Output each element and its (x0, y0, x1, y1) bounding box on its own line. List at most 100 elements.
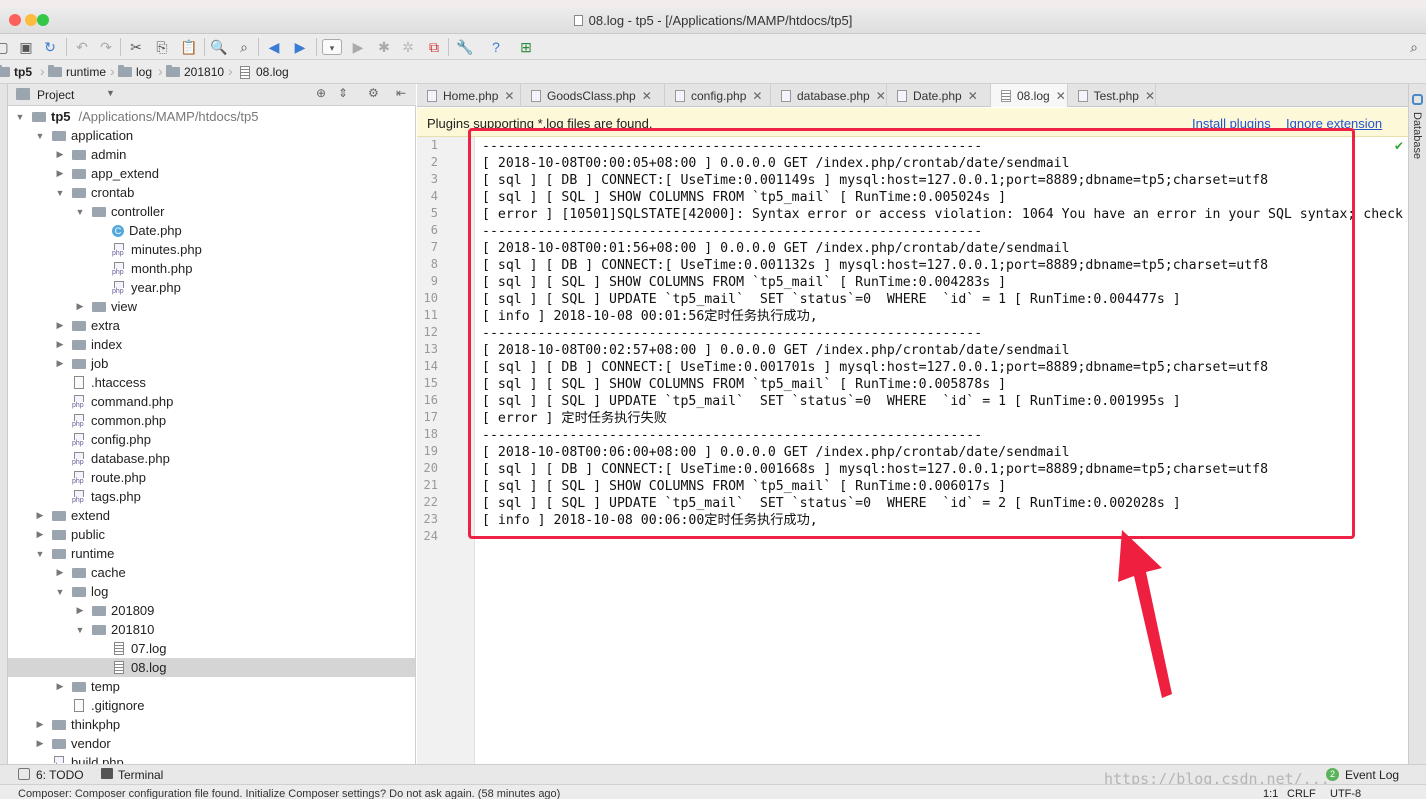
expanded-arrow-icon[interactable]: ▼ (54, 587, 66, 597)
find-icon[interactable]: 🔍 (210, 39, 227, 55)
help-icon[interactable]: ? (488, 39, 504, 55)
chevron-down-icon[interactable]: ▼ (106, 88, 115, 98)
tree-item[interactable]: ▶ thinkphp (8, 715, 415, 734)
collapsed-arrow-icon[interactable]: ▶ (34, 719, 46, 730)
editor-tab[interactable]: database.php ✕ (771, 84, 887, 107)
close-tab-icon[interactable]: ✕ (968, 89, 978, 103)
tree-item[interactable]: config.php (8, 430, 415, 449)
replace-icon[interactable]: ⌕ (236, 39, 252, 55)
tree-item[interactable]: common.php (8, 411, 415, 430)
editor-tab[interactable]: Test.php ✕ (1068, 84, 1156, 107)
collapsed-arrow-icon[interactable]: ▶ (34, 529, 46, 540)
collapsed-arrow-icon[interactable]: ▶ (54, 339, 66, 350)
search-everywhere-icon[interactable]: ⌕ (1406, 39, 1422, 55)
coverage-icon[interactable]: ✲ (400, 39, 416, 55)
save-all-icon[interactable]: ▣ (18, 39, 34, 55)
breadcrumb-item-runtime[interactable]: runtime (48, 65, 106, 79)
copy-icon[interactable]: ⎘ (154, 39, 170, 55)
collapse-all-icon[interactable]: ⇕ (338, 86, 348, 100)
event-log-button[interactable]: Event Log (1345, 768, 1399, 782)
close-tab-icon[interactable]: ✕ (504, 89, 514, 103)
tree-item[interactable]: ▼ runtime (8, 544, 415, 563)
editor-tab[interactable]: Date.php ✕ (887, 84, 991, 107)
open-folder-icon[interactable]: ▢ (0, 39, 10, 55)
settings-icon[interactable]: 🔧 (456, 39, 473, 55)
tree-item[interactable]: ▼ crontab (8, 183, 415, 202)
tree-item[interactable]: C Date.php (8, 221, 415, 240)
run-icon[interactable]: ▶ (350, 39, 366, 55)
collapsed-arrow-icon[interactable]: ▶ (54, 149, 66, 160)
editor-tab[interactable]: config.php ✕ (665, 84, 771, 107)
close-tab-icon[interactable]: ✕ (876, 89, 886, 103)
tree-item[interactable]: ▶ vendor (8, 734, 415, 753)
close-tab-icon[interactable]: ✕ (1145, 89, 1155, 103)
expanded-arrow-icon[interactable]: ▼ (54, 188, 66, 198)
status-message[interactable]: Composer: Composer configuration file fo… (18, 788, 560, 799)
collapsed-arrow-icon[interactable]: ▶ (74, 605, 86, 616)
collapsed-arrow-icon[interactable]: ▶ (54, 567, 66, 578)
tree-item[interactable]: tags.php (8, 487, 415, 506)
breadcrumb-item-tp5[interactable]: tp5 (0, 65, 32, 79)
expanded-arrow-icon[interactable]: ▼ (74, 207, 86, 217)
back-icon[interactable]: ◀ (266, 39, 282, 55)
todo-tool-button[interactable]: 6: TODO (36, 768, 84, 782)
collapsed-arrow-icon[interactable]: ▶ (34, 510, 46, 521)
expanded-arrow-icon[interactable]: ▼ (74, 625, 86, 635)
synchronize-icon[interactable]: ↻ (42, 39, 58, 55)
collapsed-arrow-icon[interactable]: ▶ (54, 681, 66, 692)
breadcrumb-item-log[interactable]: log (118, 65, 152, 79)
tree-item[interactable]: ▼ application (8, 126, 415, 145)
collapsed-arrow-icon[interactable]: ▶ (54, 320, 66, 331)
paste-icon[interactable]: 📋 (180, 39, 197, 55)
tree-item[interactable]: ▶ cache (8, 563, 415, 582)
terminal-tool-button[interactable]: Terminal (118, 768, 163, 782)
collapsed-arrow-icon[interactable]: ▶ (34, 738, 46, 749)
close-tab-icon[interactable]: ✕ (642, 89, 652, 103)
tree-item[interactable]: month.php (8, 259, 415, 278)
tree-item[interactable]: command.php (8, 392, 415, 411)
encoding-selector[interactable]: UTF-8 (1330, 788, 1361, 799)
tree-item[interactable]: ▼ tp5/Applications/MAMP/htdocs/tp5 (8, 107, 415, 126)
tree-item[interactable]: route.php (8, 468, 415, 487)
tree-item[interactable]: ▼ log (8, 582, 415, 601)
debug-icon[interactable]: ✱ (376, 39, 392, 55)
forward-icon[interactable]: ▶ (292, 39, 308, 55)
tree-item[interactable]: 08.log (8, 658, 415, 677)
breadcrumb-item-201810[interactable]: 201810 (166, 65, 224, 79)
tree-item[interactable]: ▶ index (8, 335, 415, 354)
undo-icon[interactable]: ↶ (74, 39, 90, 55)
collapsed-arrow-icon[interactable]: ▶ (74, 301, 86, 312)
editor-tab[interactable]: Home.php ✕ (417, 84, 521, 107)
tree-item[interactable]: ▶ 201809 (8, 601, 415, 620)
tree-item[interactable]: ▶ public (8, 525, 415, 544)
cut-icon[interactable]: ✂ (128, 39, 144, 55)
tree-item[interactable]: 07.log (8, 639, 415, 658)
collapsed-arrow-icon[interactable]: ▶ (54, 168, 66, 179)
line-separator-selector[interactable]: CRLF (1287, 788, 1316, 799)
tree-item[interactable]: ▼ controller (8, 202, 415, 221)
expanded-arrow-icon[interactable]: ▼ (14, 112, 26, 122)
scroll-from-source-icon[interactable]: ⊕ (316, 86, 326, 100)
stop-icon[interactable]: ⧉ (426, 39, 442, 55)
breadcrumb-item-08log[interactable]: 08.log (238, 65, 289, 79)
tree-item[interactable]: ▶ temp (8, 677, 415, 696)
project-view-selector[interactable]: Project (37, 88, 74, 102)
tree-item[interactable]: database.php (8, 449, 415, 468)
collapsed-arrow-icon[interactable]: ▶ (54, 358, 66, 369)
tree-item[interactable]: .htaccess (8, 373, 415, 392)
close-tab-icon[interactable]: ✕ (1056, 89, 1066, 103)
editor-tab[interactable]: 08.log ✕ (991, 84, 1068, 107)
tree-item[interactable]: build.php (8, 753, 415, 764)
tree-item[interactable]: ▶ extra (8, 316, 415, 335)
run-config-dropdown-icon[interactable]: ▾ (322, 39, 342, 55)
tree-item[interactable]: year.php (8, 278, 415, 297)
database-sync-icon[interactable]: ⊞ (518, 39, 534, 55)
tree-item[interactable]: ▶ view (8, 297, 415, 316)
tree-item[interactable]: ▶ admin (8, 145, 415, 164)
gear-icon[interactable]: ⚙ (368, 86, 379, 100)
tree-item[interactable]: ▶ extend (8, 506, 415, 525)
expanded-arrow-icon[interactable]: ▼ (34, 549, 46, 559)
tree-item[interactable]: .gitignore (8, 696, 415, 715)
editor-tab[interactable]: GoodsClass.php ✕ (521, 84, 665, 107)
tree-item[interactable]: ▶ job (8, 354, 415, 373)
